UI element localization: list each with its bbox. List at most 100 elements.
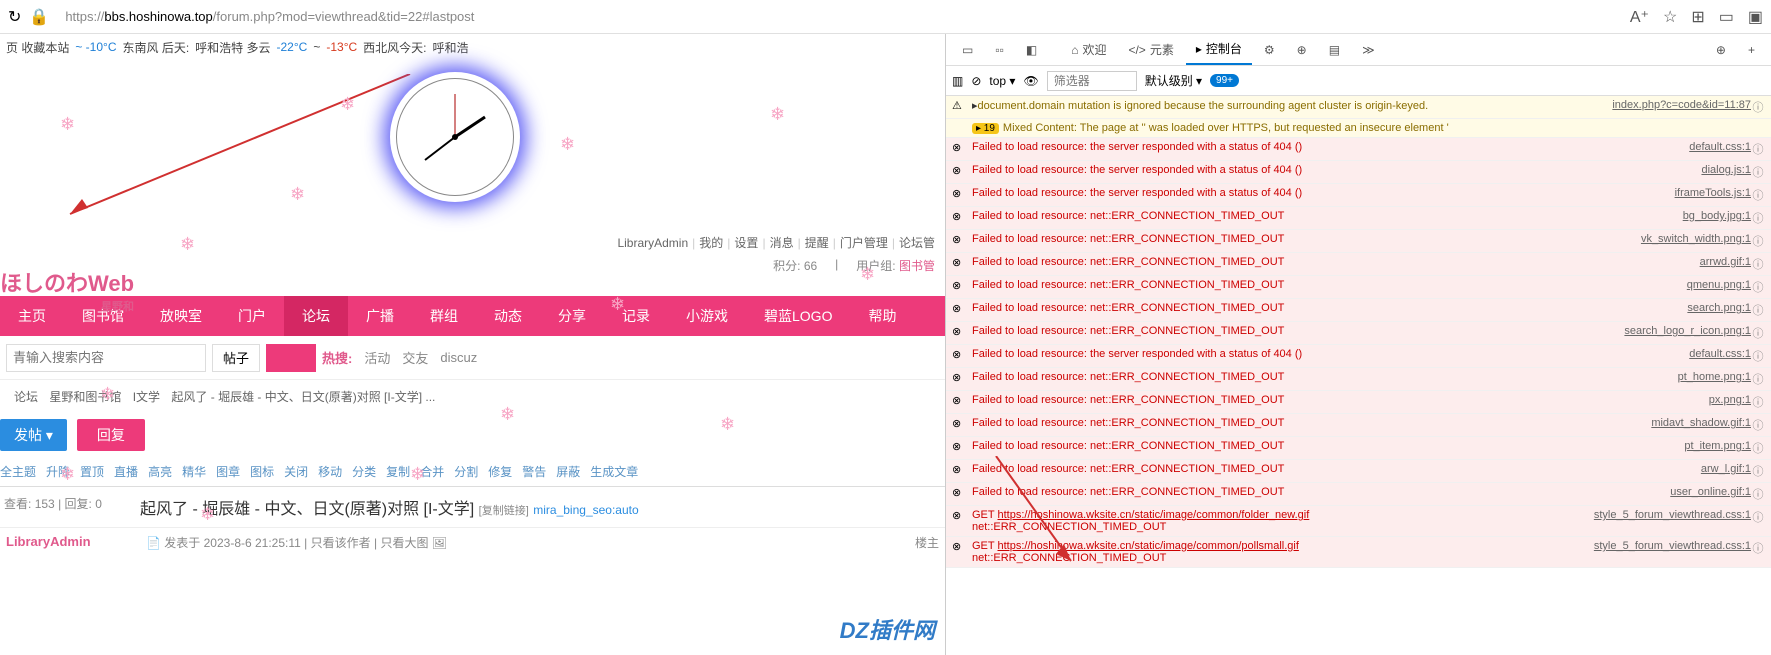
console-source-link[interactable]: arrwd.gif:1 xyxy=(1700,256,1751,268)
tab-elements[interactable]: </> 元素 xyxy=(1118,35,1183,64)
messages-link[interactable]: 消息 xyxy=(770,234,794,251)
info-icon[interactable]: ⓘ xyxy=(1751,463,1765,479)
mod-action[interactable]: 关闭 xyxy=(284,463,308,480)
settings-link[interactable]: 设置 xyxy=(734,234,758,251)
mod-action[interactable]: 警告 xyxy=(522,463,546,480)
clear-console-icon[interactable]: ⊘ xyxy=(971,74,981,88)
console-source-link[interactable]: user_online.gif:1 xyxy=(1670,486,1751,498)
info-icon[interactable]: ⓘ xyxy=(1751,187,1765,203)
inspect-icon[interactable]: ▭ xyxy=(952,37,983,63)
breadcrumb-item[interactable]: 星野和图书馆 xyxy=(49,390,121,404)
collections-icon[interactable]: ▭ xyxy=(1719,7,1734,27)
copy-link-button[interactable]: [复制链接] xyxy=(479,505,529,517)
info-icon[interactable]: ⓘ xyxy=(1751,164,1765,180)
new-post-button[interactable]: 发帖 ▾ xyxy=(0,419,67,451)
info-icon[interactable]: ⓘ xyxy=(1751,233,1765,249)
tab-more-icon[interactable]: ⚙ xyxy=(1254,37,1285,63)
mod-action[interactable]: 屏蔽 xyxy=(556,463,580,480)
dock-icon[interactable]: ◧ xyxy=(1016,37,1047,63)
nav-item[interactable]: 记录 xyxy=(604,296,668,336)
reload-icon[interactable]: ↻ xyxy=(8,7,21,27)
nav-item[interactable]: 群组 xyxy=(412,296,476,336)
info-icon[interactable]: ⓘ xyxy=(1751,371,1765,387)
log-level-dropdown[interactable]: 默认级别 ▾ xyxy=(1145,72,1202,89)
console-source-link[interactable]: default.css:1 xyxy=(1689,141,1751,153)
breadcrumb-item[interactable]: 起风了 - 堀辰雄 - 中文、日文(原著)对照 [I-文学] ... xyxy=(171,390,435,404)
info-icon[interactable]: ⓘ xyxy=(1751,302,1765,318)
only-author-link[interactable]: 只看该作者 xyxy=(311,536,371,550)
console-source-link[interactable]: style_5_forum_viewthread.css:1 xyxy=(1594,509,1751,521)
add-tab-icon[interactable]: + xyxy=(1738,37,1765,63)
favorite-icon[interactable]: ☆ xyxy=(1663,7,1677,27)
console-source-link[interactable]: px.png:1 xyxy=(1709,394,1751,406)
info-icon[interactable]: ⓘ xyxy=(1751,440,1765,456)
nav-item[interactable]: 论坛 xyxy=(284,296,348,336)
portal-admin-link[interactable]: 门户管理 xyxy=(840,234,888,251)
url-bar[interactable]: https://bbs.hoshinowa.top/forum.php?mod=… xyxy=(57,5,1622,28)
info-icon[interactable]: ⓘ xyxy=(1751,325,1765,341)
mod-action[interactable]: 高亮 xyxy=(148,463,172,480)
hot-link[interactable]: discuz xyxy=(440,350,477,365)
info-icon[interactable]: ⓘ xyxy=(1751,256,1765,272)
mod-action[interactable]: 复制 xyxy=(386,463,410,480)
mod-action[interactable]: 分割 xyxy=(454,463,478,480)
info-icon[interactable]: ⓘ xyxy=(1751,486,1765,502)
info-icon[interactable]: ⓘ xyxy=(1751,279,1765,295)
mod-action[interactable]: 分类 xyxy=(352,463,376,480)
breadcrumb-item[interactable]: I文学 xyxy=(133,390,160,404)
console-source-link[interactable]: arw_l.gif:1 xyxy=(1701,463,1751,475)
mod-action[interactable]: 合并 xyxy=(420,463,444,480)
console-source-link[interactable]: search_logo_r_icon.png:1 xyxy=(1624,325,1751,337)
only-big-image-link[interactable]: 只看大图 xyxy=(380,536,428,550)
tab-network-icon[interactable]: ⊕ xyxy=(1287,37,1317,63)
mod-action[interactable]: 精华 xyxy=(182,463,206,480)
info-icon[interactable]: ⓘ xyxy=(1751,509,1765,525)
bookmark-home[interactable]: 页 收藏本站 xyxy=(6,39,69,56)
nav-item[interactable]: 小游戏 xyxy=(668,296,746,336)
search-input[interactable] xyxy=(6,344,206,372)
console-source-link[interactable]: default.css:1 xyxy=(1689,348,1751,360)
context-dropdown[interactable]: top ▾ xyxy=(989,74,1015,88)
mod-action[interactable]: 图章 xyxy=(216,463,240,480)
search-button[interactable] xyxy=(266,344,316,372)
info-icon[interactable]: ⓘ xyxy=(1751,348,1765,364)
site-logo[interactable]: ほしのわWeb 星野和 xyxy=(0,266,134,314)
nav-item[interactable]: 门户 xyxy=(220,296,284,336)
nav-item[interactable]: 分享 xyxy=(540,296,604,336)
post-author[interactable]: LibraryAdmin xyxy=(6,534,134,549)
device-icon[interactable]: ▫▫ xyxy=(985,37,1014,63)
group-value[interactable]: 图书管 xyxy=(899,259,935,273)
tab-welcome[interactable]: ⌂ 欢迎 xyxy=(1061,35,1116,64)
reply-button[interactable]: 回复 xyxy=(77,419,145,451)
console-source-link[interactable]: index.php?c=code&id=11:87 xyxy=(1612,99,1751,111)
nav-item[interactable]: 放映室 xyxy=(142,296,220,336)
extensions-icon[interactable]: ⊞ xyxy=(1691,7,1704,27)
tab-console[interactable]: ▸ 控制台 xyxy=(1186,34,1252,65)
console-source-link[interactable]: dialog.js:1 xyxy=(1701,164,1751,176)
mod-action[interactable]: 置顶 xyxy=(80,463,104,480)
console-source-link[interactable]: midavt_shadow.gif:1 xyxy=(1651,417,1751,429)
mod-action[interactable]: 图标 xyxy=(250,463,274,480)
lock-icon[interactable]: 🔒 xyxy=(29,7,49,27)
console-source-link[interactable]: pt_item.png:1 xyxy=(1684,440,1751,452)
eye-icon[interactable]: 👁 xyxy=(1023,74,1038,88)
forum-admin-link[interactable]: 论坛管 xyxy=(899,234,935,251)
console-source-link[interactable]: qmenu.png:1 xyxy=(1687,279,1751,291)
reminders-link[interactable]: 提醒 xyxy=(805,234,829,251)
info-icon[interactable]: ⓘ xyxy=(1751,394,1765,410)
my-link[interactable]: 我的 xyxy=(699,234,723,251)
info-icon[interactable]: ⓘ xyxy=(1751,210,1765,226)
console-source-link[interactable]: vk_switch_width.png:1 xyxy=(1641,233,1751,245)
info-icon[interactable]: ⓘ xyxy=(1751,540,1765,556)
filter-input[interactable] xyxy=(1047,71,1137,91)
tab-more[interactable]: ≫ xyxy=(1352,37,1385,63)
hot-link[interactable]: 活动 xyxy=(364,348,390,367)
mod-action[interactable]: 升降 xyxy=(46,463,70,480)
info-icon[interactable]: ⓘ xyxy=(1751,99,1765,115)
nav-item[interactable]: 碧蓝LOGO xyxy=(746,296,850,336)
nav-item[interactable]: 广播 xyxy=(348,296,412,336)
console-source-link[interactable]: style_5_forum_viewthread.css:1 xyxy=(1594,540,1751,552)
console-source-link[interactable]: iframeTools.js:1 xyxy=(1675,187,1751,199)
nav-item[interactable]: 帮助 xyxy=(850,296,914,336)
search-scope-dropdown[interactable]: 帖子 xyxy=(212,344,260,372)
